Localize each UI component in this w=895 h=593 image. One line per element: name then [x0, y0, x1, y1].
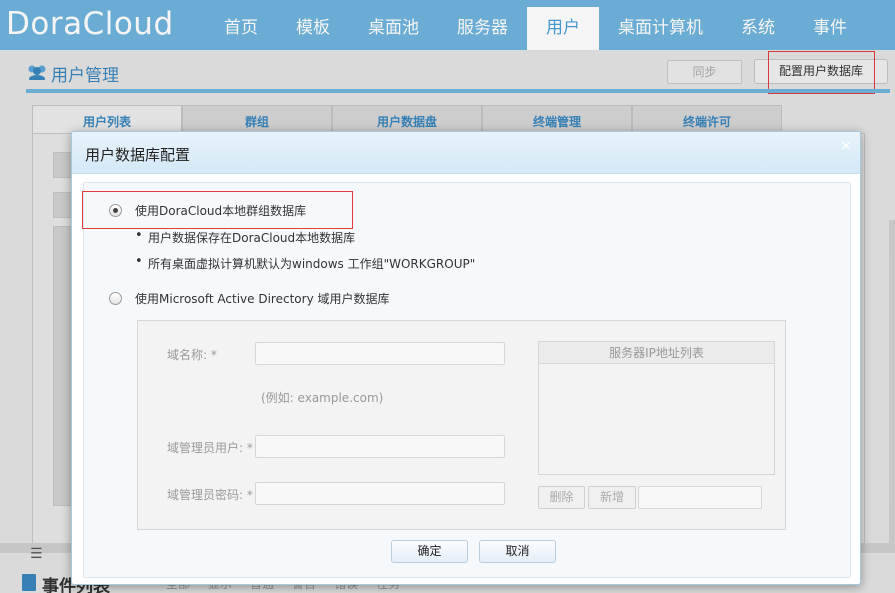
radio-ad-db[interactable] — [109, 292, 122, 305]
admin-password-input[interactable] — [255, 482, 505, 505]
ok-button[interactable]: 确定 — [391, 540, 468, 563]
ip-address-input[interactable] — [638, 486, 762, 509]
dialog-title: 用户数据库配置 — [85, 146, 191, 164]
close-icon[interactable]: × — [840, 138, 852, 154]
server-ip-list[interactable]: 服务器IP地址列表 — [538, 341, 775, 475]
radio-local-db[interactable] — [109, 204, 122, 217]
admin-password-label: 域管理员密码: * — [167, 488, 253, 502]
ad-db-option-label[interactable]: 使用Microsoft Active Directory 域用户数据库 — [135, 290, 389, 307]
add-ip-button[interactable]: 新增 — [588, 486, 636, 509]
domain-name-hint: (例如: example.com) — [261, 391, 384, 405]
local-db-bullet-1: 用户数据保存在DoraCloud本地数据库 — [135, 228, 355, 246]
admin-user-label: 域管理员用户: * — [167, 441, 253, 455]
server-ip-list-header: 服务器IP地址列表 — [539, 342, 774, 364]
domain-name-label: 域名称: * — [167, 348, 217, 362]
delete-ip-button[interactable]: 删除 — [538, 486, 585, 509]
local-db-option-label[interactable]: 使用DoraCloud本地群组数据库 — [135, 202, 306, 219]
admin-user-input[interactable] — [255, 435, 505, 458]
cancel-button[interactable]: 取消 — [479, 540, 556, 563]
dialog-header: 用户数据库配置 × — [72, 132, 860, 174]
domain-name-input[interactable] — [255, 342, 505, 365]
local-db-bullet-2: 所有桌面虚拟计算机默认为windows 工作组"WORKGROUP" — [135, 254, 475, 272]
